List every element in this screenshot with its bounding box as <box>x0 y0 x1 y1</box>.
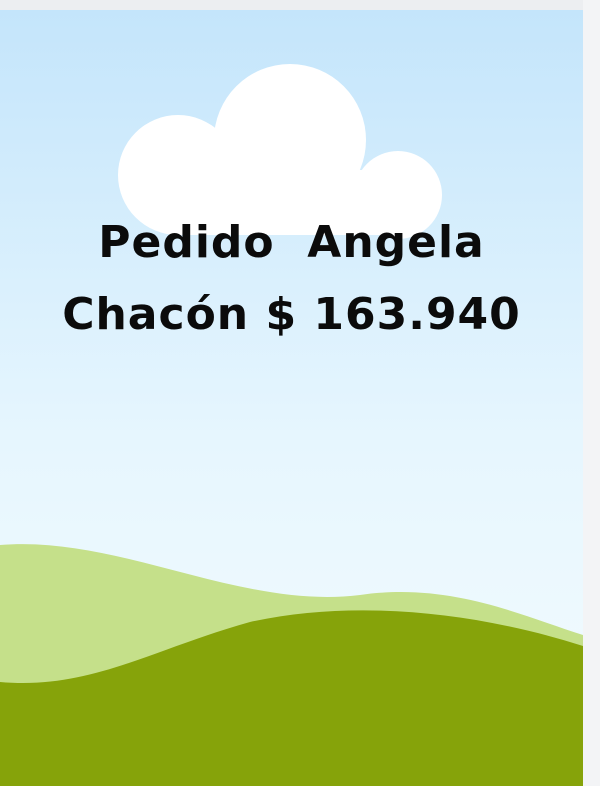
title-line-customer: Pedido Angela <box>98 217 485 268</box>
landscape-background <box>0 10 583 786</box>
cover-card: Pedido Angela Chacón $ 163.940 <box>0 10 583 786</box>
title-line-amount: Chacón $ 163.940 <box>62 289 521 340</box>
order-title: Pedido Angela Chacón $ 163.940 <box>0 207 583 351</box>
page-margin <box>583 0 600 786</box>
